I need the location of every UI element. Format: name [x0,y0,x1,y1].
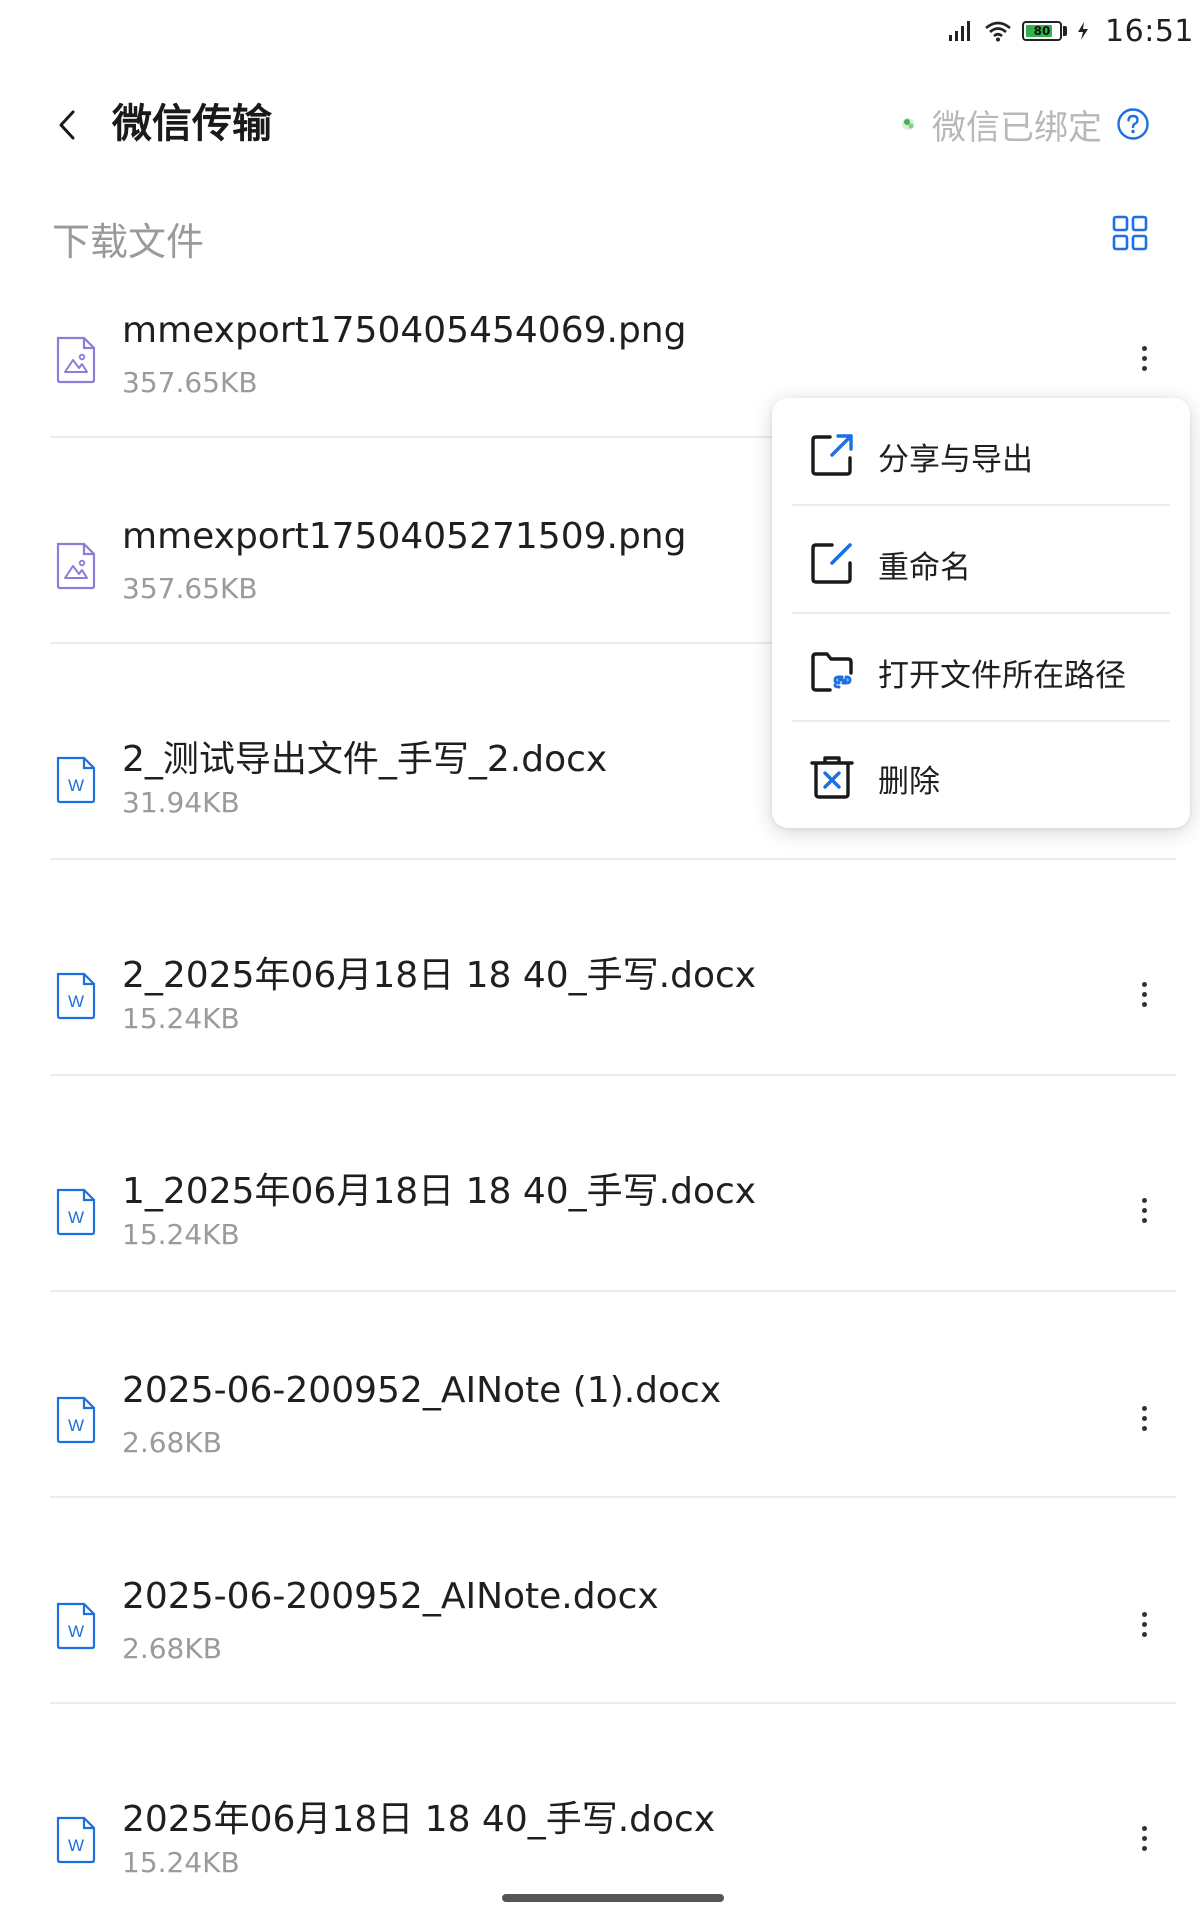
svg-text:W: W [68,992,84,1011]
svg-text:W: W [68,1622,84,1641]
divider [792,612,1170,614]
more-options-button[interactable] [1124,1186,1164,1234]
folder-link-icon [811,652,853,692]
divider [50,1074,1176,1076]
file-name: 2_测试导出文件_手写_2.docx [122,739,608,780]
more-options-button[interactable] [1124,970,1164,1018]
menu-item-share-export[interactable]: 分享与导出 [772,402,1190,508]
menu-item-label: 分享与导出 [878,442,1033,478]
word-file-icon: W [56,1396,96,1444]
wechat-bind-status: 微信已绑定 [900,98,1150,150]
menu-item-open-location[interactable]: 打开文件所在路径 [772,618,1190,724]
file-name: 2025-06-200952_AINote.docx [122,1576,659,1617]
image-file-icon [56,542,96,590]
status-bar: 80 16:51 [0,0,1200,62]
svg-text:W: W [68,1836,84,1855]
section-header: 下载文件 [52,205,1150,265]
file-row[interactable]: W 2_2025年06月18日 18 40_手写.docx 15.24KB [0,936,1200,1074]
status-time: 16:51 [1105,13,1194,49]
word-file-icon: W [56,972,96,1020]
divider [792,720,1170,722]
menu-item-rename[interactable]: 重命名 [772,510,1190,616]
word-file-icon: W [56,756,96,804]
file-size: 15.24KB [122,1218,240,1251]
file-size: 2.68KB [122,1426,222,1459]
more-options-button[interactable] [1124,1814,1164,1862]
divider [50,1290,1176,1292]
signal-icon [949,21,971,41]
grid-view-icon[interactable] [1110,213,1150,253]
file-name: 2_2025年06月18日 18 40_手写.docx [122,955,757,996]
word-file-icon: W [56,1188,96,1236]
status-icons: 80 16:51 [948,10,1194,52]
menu-item-label: 打开文件所在路径 [878,658,1126,694]
menu-item-delete[interactable]: 删除 [772,724,1190,830]
more-options-button[interactable] [1124,1394,1164,1442]
menu-item-label: 删除 [878,764,940,800]
wechat-icon [902,118,914,130]
svg-text:W: W [68,776,84,795]
file-name: 2025-06-200952_AINote (1).docx [122,1370,722,1411]
help-icon[interactable] [1116,107,1150,141]
battery-icon: 80 [1022,21,1063,41]
more-options-button[interactable] [1124,334,1164,382]
app-header: 微信传输 微信已绑定 [0,90,1200,160]
file-row[interactable]: W 2025-06-200952_AINote.docx 2.68KB [0,1566,1200,1704]
back-button[interactable] [42,100,92,150]
file-name: mmexport1750405454069.png [122,310,687,351]
svg-text:W: W [68,1208,84,1227]
delete-icon [810,756,854,799]
page-title: 微信传输 [112,101,272,147]
file-size: 15.24KB [122,1002,240,1035]
file-context-menu: 分享与导出 重命名 打开文件所在路径 删除 [772,398,1190,828]
svg-text:W: W [68,1416,84,1435]
file-row[interactable]: W 2025-06-200952_AINote (1).docx 2.68KB [0,1360,1200,1498]
charging-icon [1078,22,1089,40]
file-row[interactable]: W 1_2025年06月18日 18 40_手写.docx 15.24KB [0,1152,1200,1290]
divider [792,504,1170,506]
chevron-left-icon [59,110,75,140]
menu-item-label: 重命名 [878,550,971,586]
word-file-icon: W [56,1602,96,1650]
rename-icon [811,543,852,584]
share-export-icon [811,434,853,476]
divider [50,1496,1176,1498]
divider [50,1702,1176,1704]
file-size: 31.94KB [122,786,240,819]
divider [50,858,1176,860]
wifi-icon [985,21,1011,42]
file-size: 357.65KB [122,572,258,605]
file-size: 2.68KB [122,1632,222,1665]
file-size: 357.65KB [122,366,258,399]
section-title: 下载文件 [52,220,205,264]
image-file-icon [56,336,96,384]
word-file-icon: W [56,1816,96,1864]
file-name: 2025年06月18日 18 40_手写.docx [122,1799,716,1840]
more-options-button[interactable] [1124,1600,1164,1648]
file-name: 1_2025年06月18日 18 40_手写.docx [122,1171,757,1212]
file-name: mmexport1750405271509.png [122,516,687,557]
bind-status-label: 微信已绑定 [932,107,1102,148]
battery-percent: 80 [1033,24,1051,38]
home-indicator[interactable] [502,1894,724,1902]
file-size: 15.24KB [122,1846,240,1879]
